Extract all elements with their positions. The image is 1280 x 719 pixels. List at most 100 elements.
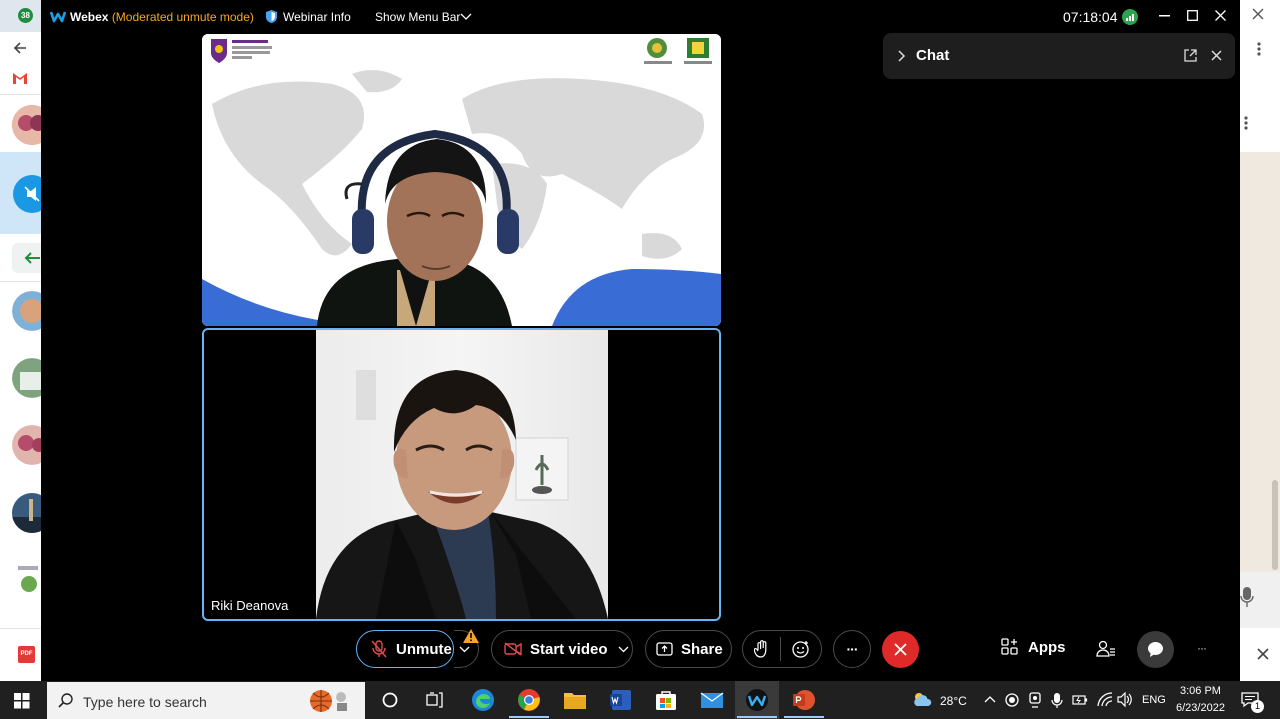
background-browser-right [1240, 0, 1280, 681]
pdf-icon[interactable]: PDF [18, 646, 35, 663]
microphone-icon[interactable] [1240, 586, 1254, 608]
share-button[interactable]: Share [645, 630, 732, 668]
chevron-down-icon [459, 646, 470, 652]
record-icon[interactable] [1005, 693, 1019, 707]
maximize-icon[interactable] [1187, 10, 1198, 21]
close-window-icon[interactable] [1215, 10, 1226, 21]
webex-meeting-window: Webex (Moderated unmute mode) Webinar In… [41, 0, 1240, 681]
chrome-icon[interactable] [517, 688, 541, 712]
chat-bubble-icon [1148, 642, 1163, 657]
edge-icon[interactable] [471, 688, 495, 712]
app-name: Webex [70, 10, 109, 24]
overflow-menu-button[interactable]: ··· [1197, 641, 1207, 655]
chevron-up-icon[interactable] [984, 695, 996, 703]
shield-icon [266, 10, 277, 23]
microphone-in-use-icon[interactable] [1051, 692, 1063, 709]
video-tile-presenter[interactable] [202, 34, 721, 326]
webex-app-icon[interactable] [745, 688, 769, 712]
reactions-icon[interactable] [792, 640, 810, 658]
download-bar [1240, 630, 1280, 681]
more-options-button[interactable]: ··· [833, 630, 871, 668]
search-placeholder: Type here to search [83, 694, 207, 710]
search-icon [58, 693, 73, 708]
reactions-group [742, 630, 822, 668]
share-screen-icon [656, 642, 673, 656]
windows-taskbar: Type here to search 28°C ENG 3:06 PM 6/2… [0, 681, 1280, 719]
apps-icon [1001, 638, 1018, 655]
close-icon[interactable] [1252, 8, 1264, 20]
chevron-down-icon[interactable] [460, 13, 472, 21]
chevron-down-icon[interactable] [618, 646, 629, 653]
wifi-icon[interactable] [1097, 692, 1113, 707]
powerpoint-running-indicator [784, 716, 824, 718]
webex-title: Webex (Moderated unmute mode) [70, 10, 254, 24]
more-options-label: ··· [846, 641, 859, 657]
close-download-bar-icon[interactable] [1257, 648, 1269, 660]
end-meeting-button[interactable] [882, 631, 919, 668]
chat-panel-header[interactable]: Chat [883, 33, 1235, 79]
whatsapp-tab-badge[interactable]: 38 [18, 8, 33, 23]
message-input-bar [1240, 572, 1280, 628]
video-tile-active-speaker[interactable]: Riki Deanova [202, 328, 721, 621]
participant-video-feed [316, 370, 608, 619]
muted-microphone-icon [371, 640, 387, 658]
gmail-icon[interactable] [12, 71, 28, 85]
chat-menu-icon[interactable] [1244, 116, 1248, 130]
moderated-mode-label: (Moderated unmute mode) [111, 10, 254, 24]
university-logo [211, 39, 272, 63]
back-arrow-icon[interactable] [12, 40, 28, 56]
battery-charging-icon[interactable] [1072, 693, 1088, 707]
input-language[interactable]: ENG [1142, 694, 1166, 706]
share-label: Share [681, 640, 723, 658]
minimize-icon[interactable] [1159, 15, 1170, 17]
weather-temperature[interactable]: 28°C [940, 694, 967, 708]
windows-start-icon[interactable] [14, 693, 30, 709]
notification-count-badge: 1 [1251, 700, 1264, 713]
close-panel-icon[interactable] [1211, 50, 1222, 61]
camera-in-use-icon[interactable] [1029, 692, 1041, 708]
powerpoint-icon[interactable] [792, 688, 816, 712]
webex-title-bar: Webex (Moderated unmute mode) Webinar In… [41, 0, 1240, 33]
start-video-label: Start video [530, 640, 608, 658]
network-quality-icon[interactable] [1122, 9, 1138, 25]
warning-icon [463, 629, 479, 643]
word-icon[interactable] [609, 688, 633, 712]
chat-toggle-button[interactable] [1137, 631, 1174, 668]
microsoft-store-icon[interactable] [654, 688, 678, 712]
unmute-button[interactable]: Unmute [356, 630, 454, 668]
raise-hand-icon[interactable] [754, 640, 770, 658]
participants-icon[interactable] [1096, 640, 1116, 658]
webex-running-indicator [737, 716, 777, 718]
background-browser-left: 38 PDF [0, 0, 52, 681]
volume-icon[interactable] [1117, 692, 1133, 707]
task-view-icon[interactable] [426, 692, 443, 708]
virtual-background-map [202, 34, 721, 326]
clock-date[interactable]: 6/23/2022 [1176, 702, 1225, 714]
partner-logos [644, 38, 712, 64]
webinar-info-button[interactable]: Webinar Info [283, 10, 351, 24]
file-explorer-icon[interactable] [563, 688, 587, 712]
mail-icon[interactable] [700, 688, 724, 712]
webex-logo-icon [50, 11, 66, 23]
org-logo-thumbnail[interactable] [16, 560, 42, 600]
meeting-timer: 07:18:04 [1063, 9, 1118, 25]
show-menu-bar-button[interactable]: Show Menu Bar [375, 10, 460, 24]
clock-time[interactable]: 3:06 PM [1180, 685, 1221, 697]
apps-button[interactable]: Apps [1001, 638, 1066, 656]
weather-icon[interactable] [911, 691, 933, 708]
participant-name-label: Riki Deanova [211, 598, 289, 613]
close-icon [894, 643, 907, 656]
participant-video [316, 330, 608, 619]
unmute-label: Unmute [396, 640, 452, 658]
video-off-icon [504, 642, 522, 656]
search-highlight-icon [310, 690, 347, 712]
cortana-icon[interactable] [382, 692, 398, 708]
chevron-right-icon[interactable] [898, 50, 906, 62]
start-video-button[interactable]: Start video [491, 630, 633, 668]
scrollbar[interactable] [1272, 480, 1278, 570]
pop-out-icon[interactable] [1184, 49, 1197, 62]
taskbar-search-box[interactable]: Type here to search [47, 682, 365, 719]
kebab-menu-icon[interactable] [1257, 42, 1261, 56]
chrome-running-indicator [509, 716, 549, 718]
chat-panel-title: Chat [916, 47, 950, 64]
